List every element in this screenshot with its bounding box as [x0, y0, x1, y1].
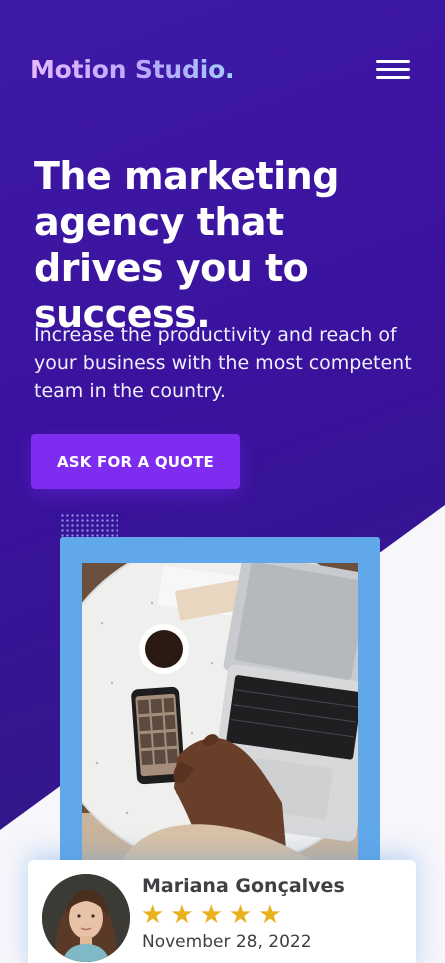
hamburger-menu-icon[interactable] — [376, 58, 410, 82]
landing-page: Motion Studio. The marketing agency that… — [0, 0, 445, 963]
menu-bar-middle — [376, 68, 410, 71]
review-card: Mariana Gonçalves ★★★★★ November 28, 202… — [28, 860, 416, 963]
brand-name: Motion Studio — [30, 55, 226, 84]
hero-photo — [82, 563, 358, 860]
hero-subtext: Increase the productivity and reach of y… — [34, 324, 412, 402]
menu-bar-bottom — [376, 76, 410, 79]
desk-with-laptop-and-phone-image — [82, 563, 358, 860]
reviewer-name: Mariana Gonçalves — [142, 875, 345, 897]
review-date: November 28, 2022 — [142, 932, 312, 952]
reviewer-avatar — [42, 874, 130, 962]
brand-dot: . — [225, 55, 235, 84]
reviewer-photo — [42, 874, 130, 962]
ask-for-quote-button[interactable]: ASK FOR A QUOTE — [31, 434, 240, 489]
brand-logo[interactable]: Motion Studio. — [30, 55, 235, 84]
site-header: Motion Studio. — [30, 52, 415, 92]
hero-headline: The marketing agency that drives you to … — [34, 154, 339, 336]
star-rating-icon: ★★★★★ — [141, 900, 288, 930]
menu-bar-top — [376, 60, 410, 63]
hero-photo-frame — [60, 537, 380, 877]
